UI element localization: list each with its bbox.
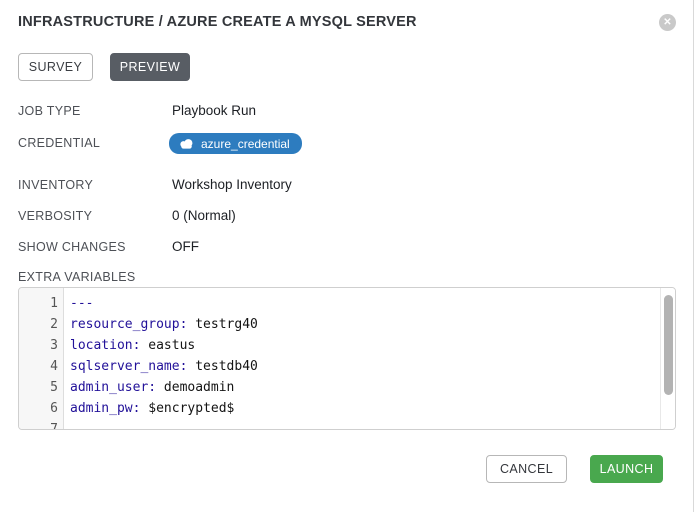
line-number: 7 xyxy=(19,419,65,430)
yaml-value: testrg40 xyxy=(187,317,257,332)
cancel-button[interactable]: CANCEL xyxy=(486,455,567,483)
yaml-value: demoadmin xyxy=(156,380,234,395)
tab-survey[interactable]: SURVEY xyxy=(18,53,93,81)
inventory-value: Workshop Inventory xyxy=(172,177,292,192)
detail-row-credential: CREDENTIAL azure_credential xyxy=(0,136,690,158)
launch-button[interactable]: LAUNCH xyxy=(590,455,663,483)
job-type-label: JOB TYPE xyxy=(18,104,81,118)
credential-badge[interactable]: azure_credential xyxy=(169,133,302,154)
verbosity-label: VERBOSITY xyxy=(18,209,92,223)
code-line: 4 sqlserver_name: testdb40 xyxy=(19,356,660,377)
tab-preview[interactable]: PREVIEW xyxy=(110,53,190,81)
line-number: 6 xyxy=(19,398,65,419)
show-changes-label: SHOW CHANGES xyxy=(18,240,126,254)
extra-variables-label: EXTRA VARIABLES xyxy=(18,270,136,284)
yaml-key: sqlserver_name: xyxy=(70,359,187,374)
inventory-label: INVENTORY xyxy=(18,178,93,192)
cloud-icon xyxy=(179,138,194,149)
code-line: 5 admin_user: demoadmin xyxy=(19,377,660,398)
yaml-value: $encrypted$ xyxy=(140,401,234,416)
line-number: 1 xyxy=(19,293,65,314)
yaml-key: admin_user: xyxy=(70,380,156,395)
code-line: 2 resource_group: testrg40 xyxy=(19,314,660,335)
detail-row-verbosity: VERBOSITY 0 (Normal) xyxy=(0,209,690,231)
yaml-value: testdb40 xyxy=(187,359,257,374)
line-number: 4 xyxy=(19,356,65,377)
code-line: 1 --- xyxy=(19,293,660,314)
detail-row-job-type: JOB TYPE Playbook Run xyxy=(0,104,690,126)
yaml-key: admin_pw: xyxy=(70,401,140,416)
credential-name: azure_credential xyxy=(201,137,290,151)
code-line: 7 xyxy=(19,419,660,430)
launch-preview-modal: INFRASTRUCTURE / AZURE CREATE A MYSQL SE… xyxy=(0,0,698,512)
yaml-key: resource_group: xyxy=(70,317,187,332)
line-number: 5 xyxy=(19,377,65,398)
code-line: 3 location: eastus xyxy=(19,335,660,356)
extra-variables-editor[interactable]: 1 --- 2 resource_group: testrg40 3 locat… xyxy=(18,287,676,430)
close-icon[interactable]: ✕ xyxy=(659,14,676,31)
line-number: 3 xyxy=(19,335,65,356)
job-type-value: Playbook Run xyxy=(172,103,256,118)
show-changes-value: OFF xyxy=(172,239,199,254)
editor-scrollbar-track xyxy=(660,288,675,429)
editor-lines: 1 --- 2 resource_group: testrg40 3 locat… xyxy=(19,288,660,430)
modal-title: INFRASTRUCTURE / AZURE CREATE A MYSQL SE… xyxy=(18,14,417,30)
yaml-key: location: xyxy=(70,338,140,353)
window-right-border xyxy=(693,0,694,512)
detail-row-show-changes: SHOW CHANGES OFF xyxy=(0,240,690,262)
line-number: 2 xyxy=(19,314,65,335)
verbosity-value: 0 (Normal) xyxy=(172,208,236,223)
credential-label: CREDENTIAL xyxy=(18,136,100,150)
yaml-value: eastus xyxy=(140,338,195,353)
editor-scrollbar-thumb[interactable] xyxy=(664,295,673,395)
detail-row-inventory: INVENTORY Workshop Inventory xyxy=(0,178,690,200)
code-line: 6 admin_pw: $encrypted$ xyxy=(19,398,660,419)
yaml-key: --- xyxy=(70,296,93,311)
